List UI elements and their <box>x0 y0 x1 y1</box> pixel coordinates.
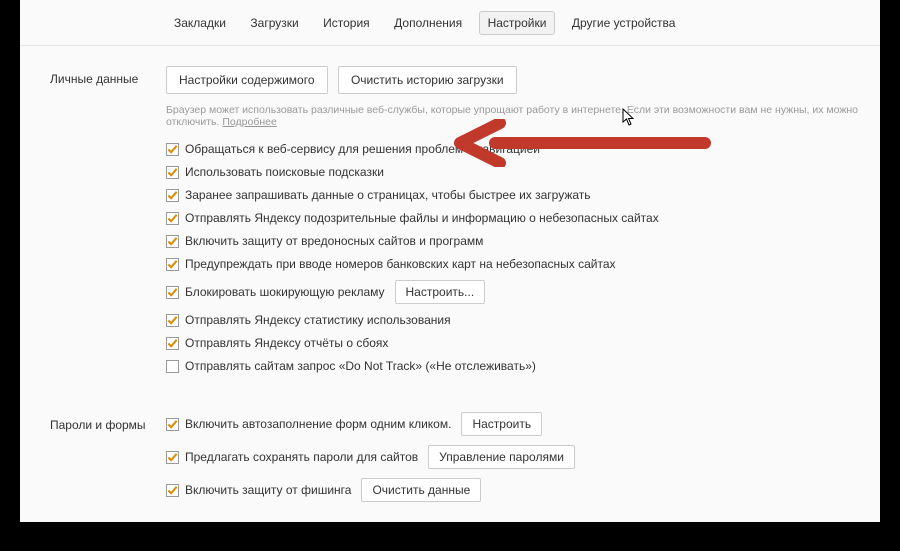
checkbox[interactable] <box>166 235 179 248</box>
option-label: Отправлять Яндексу отчёты о сбоях <box>185 336 388 350</box>
passwords-option-row: Предлагать сохранять пароли для сайтов Уп… <box>166 445 880 469</box>
option-label: Блокировать шокирующую рекламу <box>185 285 385 299</box>
option-label: Отправлять сайтам запрос «Do Not Track» … <box>185 359 536 373</box>
checkbox[interactable] <box>166 360 179 373</box>
personal-option-row: Заранее запрашивать данные о страницах, … <box>166 188 880 202</box>
learn-more-link[interactable]: Подробнее <box>222 116 276 128</box>
tab-downloads[interactable]: Загрузки <box>242 12 306 34</box>
passwords-action-button[interactable]: Очистить данные <box>361 478 481 502</box>
option-label: Использовать поисковые подсказки <box>185 165 384 179</box>
tab-other-devices[interactable]: Другие устройства <box>564 12 684 34</box>
option-label: Отправлять Яндексу статистику использова… <box>185 313 451 327</box>
section-personal: Личные данные Настройки содержимого Очис… <box>20 66 880 382</box>
personal-option-row: Отправлять Яндексу подозрительные файлы … <box>166 211 880 225</box>
tab-bookmarks[interactable]: Закладки <box>166 12 234 34</box>
checkbox[interactable] <box>166 484 179 497</box>
checkbox[interactable] <box>166 286 179 299</box>
checkbox[interactable] <box>166 418 179 431</box>
checkbox[interactable] <box>166 258 179 271</box>
checkbox[interactable] <box>166 451 179 464</box>
passwords-action-button[interactable]: Настроить <box>461 412 542 436</box>
tabs-row: Закладки Загрузки История Дополнения Нас… <box>20 0 880 46</box>
checkbox[interactable] <box>166 337 179 350</box>
content-area: Личные данные Настройки содержимого Очис… <box>20 46 880 511</box>
option-label: Заранее запрашивать данные о страницах, … <box>185 188 591 202</box>
configure-button[interactable]: Настроить... <box>395 280 486 304</box>
personal-option-row: Отправлять Яндексу статистику использова… <box>166 313 880 327</box>
checkbox[interactable] <box>166 314 179 327</box>
section-passwords-label: Пароли и формы <box>20 412 166 511</box>
section-personal-label: Личные данные <box>20 66 166 382</box>
passwords-action-button[interactable]: Управление паролями <box>428 445 575 469</box>
personal-option-row: Использовать поисковые подсказки <box>166 165 880 179</box>
passwords-option-row: Включить защиту от фишинга Очистить данны… <box>166 478 880 502</box>
personal-option-row: Обращаться к веб-сервису для решения про… <box>166 142 880 156</box>
personal-option-row: Блокировать шокирующую рекламу Настроить.… <box>166 280 880 304</box>
option-label: Отправлять Яндексу подозрительные файлы … <box>185 211 659 225</box>
section-passwords: Пароли и формы Включить автозаполнение ф… <box>20 412 880 511</box>
option-label: Обращаться к веб-сервису для решения про… <box>185 142 540 156</box>
tab-settings[interactable]: Настройки <box>479 11 556 35</box>
tab-history[interactable]: История <box>315 12 378 34</box>
passwords-option-row: Включить автозаполнение форм одним клико… <box>166 412 880 436</box>
settings-window: Закладки Загрузки История Дополнения Нас… <box>20 0 880 522</box>
content-settings-button[interactable]: Настройки содержимого <box>166 66 328 94</box>
option-label: Предупреждать при вводе номеров банковск… <box>185 257 616 271</box>
personal-hint: Браузер может использовать различные веб… <box>166 104 880 128</box>
tab-addons[interactable]: Дополнения <box>386 12 470 34</box>
option-label: Включить защиту от фишинга <box>185 483 351 497</box>
checkbox[interactable] <box>166 166 179 179</box>
option-label: Включить защиту от вредоносных сайтов и … <box>185 234 483 248</box>
option-label: Предлагать сохранять пароли для сайтов <box>185 450 418 464</box>
checkbox[interactable] <box>166 189 179 202</box>
personal-option-row: Отправлять Яндексу отчёты о сбоях <box>166 336 880 350</box>
personal-option-row: Предупреждать при вводе номеров банковск… <box>166 257 880 271</box>
option-label: Включить автозаполнение форм одним клико… <box>185 417 451 431</box>
personal-option-row: Отправлять сайтам запрос «Do Not Track» … <box>166 359 880 373</box>
checkbox[interactable] <box>166 143 179 156</box>
personal-option-row: Включить защиту от вредоносных сайтов и … <box>166 234 880 248</box>
checkbox[interactable] <box>166 212 179 225</box>
clear-download-history-button[interactable]: Очистить историю загрузки <box>338 66 517 94</box>
